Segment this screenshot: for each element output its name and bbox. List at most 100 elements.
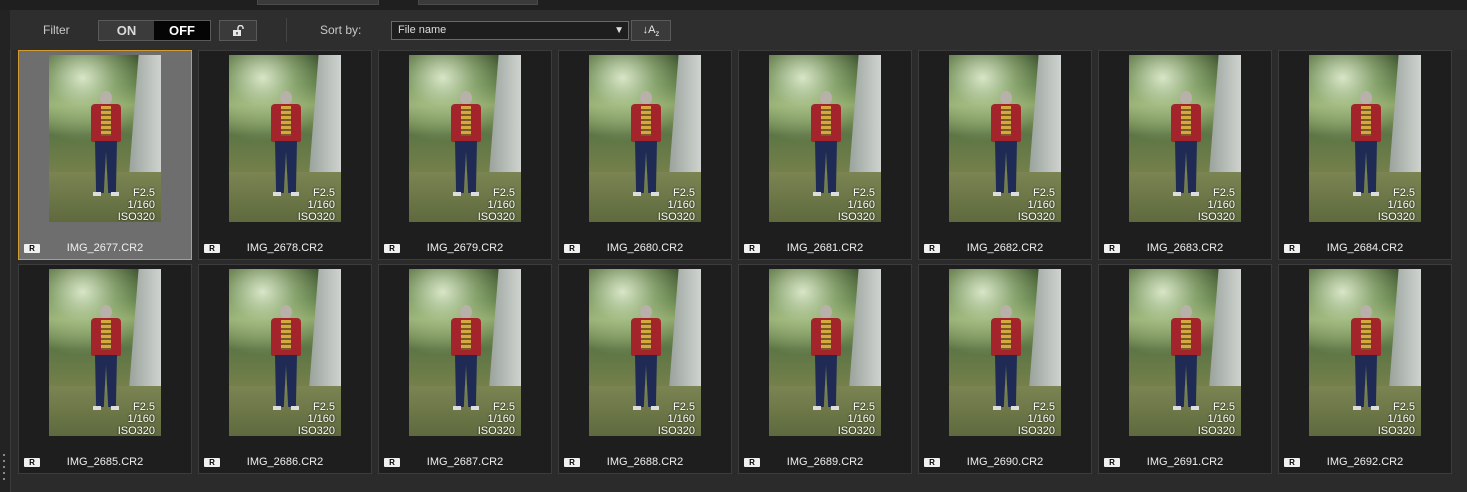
thumbnail-cell[interactable]: F2.5 1/160 ISO320 R IMG_2682.CR2 (918, 50, 1092, 260)
thumbnail-cell[interactable]: F2.5 1/160 ISO320 R IMG_2690.CR2 (918, 264, 1092, 474)
image-person-shoe (633, 192, 641, 196)
thumbnail-image[interactable]: F2.5 1/160 ISO320 (949, 55, 1061, 222)
image-person-head (1360, 305, 1372, 319)
image-person-head (460, 305, 472, 319)
exif-iso: ISO320 (1017, 425, 1055, 436)
thumbnail-filename: IMG_2679.CR2 (426, 242, 504, 254)
thumbnail-cell[interactable]: F2.5 1/160 ISO320 R IMG_2687.CR2 (378, 264, 552, 474)
filter-lock-button[interactable] (219, 20, 257, 41)
image-person-pants (1175, 141, 1197, 193)
exif-aperture: F2.5 (1392, 401, 1415, 413)
thumbnail-filename: IMG_2689.CR2 (786, 456, 864, 468)
exif-info: F2.5 1/160 ISO320 (658, 187, 695, 222)
image-person-tee (821, 106, 831, 136)
thumbnail-cell[interactable]: F2.5 1/160 ISO320 R IMG_2677.CR2 (18, 50, 192, 260)
exif-info: F2.5 1/160 ISO320 (298, 401, 335, 436)
thumbnail-cell[interactable]: F2.5 1/160 ISO320 R IMG_2685.CR2 (18, 264, 192, 474)
thumbnail-cell[interactable]: F2.5 1/160 ISO320 R IMG_2689.CR2 (738, 264, 912, 474)
sort-direction-button[interactable]: ↓Az (631, 20, 671, 41)
sort-by-label: Sort by: (320, 23, 362, 37)
image-person-tee (461, 106, 471, 136)
image-person-shoe (813, 406, 821, 410)
thumbnail-image[interactable]: F2.5 1/160 ISO320 (589, 269, 701, 436)
thumbnail-filename: IMG_2680.CR2 (606, 242, 684, 254)
image-person-tee (821, 320, 831, 350)
exif-iso: ISO320 (477, 211, 515, 222)
thumbnail-cell[interactable]: F2.5 1/160 ISO320 R IMG_2680.CR2 (558, 50, 732, 260)
image-person (989, 91, 1023, 201)
sort-by-select[interactable]: File name ▼ (391, 21, 629, 40)
image-person-pants (95, 355, 117, 407)
top-tab-edge (418, 0, 538, 5)
exif-shutter: 1/160 (307, 413, 335, 425)
image-person (989, 305, 1023, 415)
thumbnail-image[interactable]: F2.5 1/160 ISO320 (229, 269, 341, 436)
exif-shutter: 1/160 (1387, 199, 1415, 211)
thumbnail-cell[interactable]: F2.5 1/160 ISO320 R IMG_2686.CR2 (198, 264, 372, 474)
image-person-head (1000, 91, 1012, 105)
thumbnail-image[interactable]: F2.5 1/160 ISO320 (1309, 269, 1421, 436)
image-person-pants (1355, 141, 1377, 193)
image-person-shoe (1353, 192, 1361, 196)
image-person-pants (275, 355, 297, 407)
left-panel-edge[interactable] (0, 10, 11, 492)
thumbnail-image[interactable]: F2.5 1/160 ISO320 (49, 55, 161, 222)
filter-off-button[interactable]: OFF (154, 21, 210, 40)
image-person (809, 91, 843, 201)
thumbnail-cell[interactable]: F2.5 1/160 ISO320 R IMG_2683.CR2 (1098, 50, 1272, 260)
thumbnail-image[interactable]: F2.5 1/160 ISO320 (1309, 55, 1421, 222)
filter-on-button[interactable]: ON (99, 21, 154, 40)
exif-info: F2.5 1/160 ISO320 (838, 187, 875, 222)
image-person-head (820, 91, 832, 105)
image-person-pants (1175, 355, 1197, 407)
exif-info: F2.5 1/160 ISO320 (838, 401, 875, 436)
image-person-tee (1361, 106, 1371, 136)
exif-shutter: 1/160 (1207, 199, 1235, 211)
thumbnail-cell[interactable]: F2.5 1/160 ISO320 R IMG_2684.CR2 (1278, 50, 1452, 260)
exif-info: F2.5 1/160 ISO320 (298, 187, 335, 222)
thumbnail-filename: IMG_2690.CR2 (966, 456, 1044, 468)
image-person-tee (1361, 320, 1371, 350)
exif-iso: ISO320 (117, 211, 155, 222)
resize-grip-dot (3, 466, 5, 468)
image-person (449, 305, 483, 415)
thumbnail-image[interactable]: F2.5 1/160 ISO320 (229, 55, 341, 222)
image-person-shoe (993, 192, 1001, 196)
exif-shutter: 1/160 (667, 413, 695, 425)
image-person-pants (815, 141, 837, 193)
image-person-tee (641, 320, 651, 350)
thumbnail-image[interactable]: F2.5 1/160 ISO320 (589, 55, 701, 222)
thumbnail-cell[interactable]: F2.5 1/160 ISO320 R IMG_2691.CR2 (1098, 264, 1272, 474)
thumbnail-filename: IMG_2684.CR2 (1326, 242, 1404, 254)
exif-iso: ISO320 (1017, 211, 1055, 222)
image-person-head (280, 305, 292, 319)
exif-shutter: 1/160 (1207, 413, 1235, 425)
thumbnail-cell[interactable]: F2.5 1/160 ISO320 R IMG_2692.CR2 (1278, 264, 1452, 474)
thumbnail-image[interactable]: F2.5 1/160 ISO320 (409, 269, 521, 436)
thumbnail-cell[interactable]: F2.5 1/160 ISO320 R IMG_2679.CR2 (378, 50, 552, 260)
image-person-head (280, 91, 292, 105)
exif-shutter: 1/160 (487, 199, 515, 211)
resize-grip-dot (3, 478, 5, 480)
filter-toggle[interactable]: ON OFF (98, 20, 211, 41)
thumbnail-cell[interactable]: F2.5 1/160 ISO320 R IMG_2678.CR2 (198, 50, 372, 260)
thumbnail-image[interactable]: F2.5 1/160 ISO320 (1129, 269, 1241, 436)
thumbnail-cell[interactable]: F2.5 1/160 ISO320 R IMG_2688.CR2 (558, 264, 732, 474)
image-person (269, 91, 303, 201)
image-person-shoe (813, 192, 821, 196)
exif-iso: ISO320 (657, 211, 695, 222)
thumbnail-image[interactable]: F2.5 1/160 ISO320 (409, 55, 521, 222)
thumbnail-image[interactable]: F2.5 1/160 ISO320 (769, 269, 881, 436)
thumbnail-image[interactable]: F2.5 1/160 ISO320 (49, 269, 161, 436)
thumbnail-image[interactable]: F2.5 1/160 ISO320 (769, 55, 881, 222)
image-person-tee (1001, 320, 1011, 350)
thumbnail-image[interactable]: F2.5 1/160 ISO320 (1129, 55, 1241, 222)
thumbnail-filename: IMG_2678.CR2 (246, 242, 324, 254)
image-person-pants (95, 141, 117, 193)
thumbnail-cell[interactable]: F2.5 1/160 ISO320 R IMG_2681.CR2 (738, 50, 912, 260)
image-person-shoe (1173, 406, 1181, 410)
thumbnail-image[interactable]: F2.5 1/160 ISO320 (949, 269, 1061, 436)
image-person-tee (461, 320, 471, 350)
exif-info: F2.5 1/160 ISO320 (1378, 401, 1415, 436)
image-person-head (820, 305, 832, 319)
